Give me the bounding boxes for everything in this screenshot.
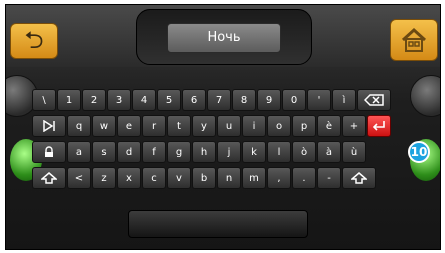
key-r[interactable]: r <box>142 115 166 137</box>
key-l[interactable]: l <box>267 141 291 163</box>
key-4[interactable]: 4 <box>132 89 156 111</box>
on-screen-keyboard: \ 1 2 3 4 5 6 7 8 9 0 ' ì q w e r t y u … <box>14 83 438 203</box>
space-bar[interactable] <box>128 210 308 238</box>
key-i-grave[interactable]: ì <box>332 89 356 111</box>
key-3[interactable]: 3 <box>107 89 131 111</box>
shift-icon <box>41 172 57 184</box>
title-frame: Ночь <box>136 9 312 65</box>
key-backspace[interactable] <box>357 89 391 111</box>
key-v[interactable]: v <box>167 167 191 189</box>
key-caps-lock[interactable] <box>32 141 66 163</box>
key-q[interactable]: q <box>67 115 91 137</box>
key-6[interactable]: 6 <box>182 89 206 111</box>
key-u-grave[interactable]: ù <box>342 141 366 163</box>
key-i[interactable]: i <box>242 115 266 137</box>
key-j[interactable]: j <box>217 141 241 163</box>
back-arrow-icon: ⮌ <box>24 26 44 54</box>
key-b[interactable]: b <box>192 167 216 189</box>
text-input-field[interactable]: Ночь <box>167 23 281 53</box>
key-t[interactable]: t <box>167 115 191 137</box>
key-o[interactable]: o <box>267 115 291 137</box>
key-c[interactable]: c <box>142 167 166 189</box>
tab-icon <box>43 120 55 132</box>
key-7[interactable]: 7 <box>207 89 231 111</box>
key-d[interactable]: d <box>117 141 141 163</box>
lock-icon <box>45 146 53 157</box>
key-tab[interactable] <box>32 115 66 137</box>
backspace-icon <box>364 94 384 106</box>
key-plus[interactable]: + <box>342 115 366 137</box>
home-icon <box>401 27 427 52</box>
key-f[interactable]: f <box>142 141 166 163</box>
key-s[interactable]: s <box>92 141 116 163</box>
enter-icon <box>372 121 385 131</box>
key-e-grave[interactable]: è <box>317 115 341 137</box>
shift-icon <box>351 172 367 184</box>
key-shift-right[interactable] <box>342 167 376 189</box>
back-button[interactable]: ⮌ <box>10 23 58 59</box>
keyboard-row-1: \ 1 2 3 4 5 6 7 8 9 0 ' ì <box>32 89 391 113</box>
key-2[interactable]: 2 <box>82 89 106 111</box>
keyboard-row-2: q w e r t y u i o p è + <box>32 115 391 139</box>
key-less-than[interactable]: < <box>67 167 91 189</box>
key-minus[interactable]: - <box>317 167 341 189</box>
key-backslash[interactable]: \ <box>32 89 56 111</box>
key-a[interactable]: a <box>67 141 91 163</box>
key-k[interactable]: k <box>242 141 266 163</box>
key-comma[interactable]: , <box>267 167 291 189</box>
app-screen: ⮌ Ночь \ 1 2 3 4 5 6 7 8 9 0 ' ì q w e r… <box>5 4 441 250</box>
step-badge: 10 <box>408 141 430 163</box>
home-button[interactable] <box>390 19 438 61</box>
top-bar: ⮌ Ночь <box>6 5 440 67</box>
key-n[interactable]: n <box>217 167 241 189</box>
key-a-grave[interactable]: à <box>317 141 341 163</box>
key-m[interactable]: m <box>242 167 266 189</box>
key-9[interactable]: 9 <box>257 89 281 111</box>
key-1[interactable]: 1 <box>57 89 81 111</box>
key-8[interactable]: 8 <box>232 89 256 111</box>
key-g[interactable]: g <box>167 141 191 163</box>
key-5[interactable]: 5 <box>157 89 181 111</box>
key-x[interactable]: x <box>117 167 141 189</box>
key-y[interactable]: y <box>192 115 216 137</box>
key-z[interactable]: z <box>92 167 116 189</box>
key-h[interactable]: h <box>192 141 216 163</box>
key-shift-left[interactable] <box>32 167 66 189</box>
key-o-grave[interactable]: ò <box>292 141 316 163</box>
key-p[interactable]: p <box>292 115 316 137</box>
key-e[interactable]: e <box>117 115 141 137</box>
keyboard-row-4: < z x c v b n m , . - <box>32 167 376 191</box>
key-w[interactable]: w <box>92 115 116 137</box>
key-apostrophe[interactable]: ' <box>307 89 331 111</box>
keyboard-row-3: a s d f g h j k l ò à ù <box>32 141 366 165</box>
key-0[interactable]: 0 <box>282 89 306 111</box>
key-u[interactable]: u <box>217 115 241 137</box>
key-enter[interactable] <box>367 115 391 137</box>
key-period[interactable]: . <box>292 167 316 189</box>
